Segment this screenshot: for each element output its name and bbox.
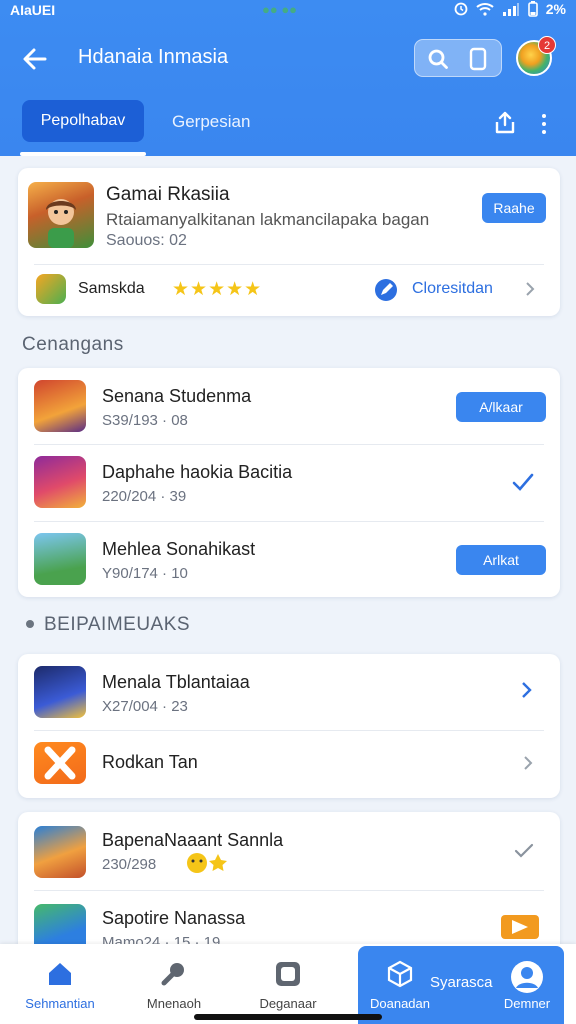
nav-item-demner[interactable]: Demner: [492, 944, 562, 1024]
tab-pepolhabav[interactable]: Pepolhabav: [22, 100, 144, 142]
user-icon: [511, 961, 543, 993]
item-meta: 230/298: [102, 856, 157, 873]
small-game-icon: [36, 274, 66, 304]
signal-icon: [502, 3, 519, 16]
featured-footer[interactable]: Samskda ★★★★★ Cloresitdan: [18, 264, 560, 316]
game-icon: [34, 666, 86, 718]
search-icon[interactable]: [427, 48, 449, 70]
game-icon: [34, 742, 86, 784]
check-icon[interactable]: [512, 472, 534, 492]
tab-gerpesian[interactable]: Gerpesian: [172, 112, 250, 132]
chevron-right-icon: [524, 756, 533, 770]
list-item[interactable]: Mehlea Sonahikast Y90/174 · 10 Arlkat: [18, 521, 560, 597]
profile-avatar[interactable]: 2: [516, 36, 556, 76]
close-shape-icon: [44, 746, 76, 780]
game-icon: [34, 533, 86, 585]
device-icon[interactable]: [469, 47, 487, 71]
section-bullet: [26, 620, 34, 628]
featured-title: Gamai Rkasiia: [106, 184, 230, 205]
status-center: ●● ●●: [262, 2, 298, 17]
item-title: BapenaNaaant Sannla: [102, 830, 284, 850]
nav-label-syarasca[interactable]: Syarasca: [430, 974, 493, 991]
item-meta: S39/193 · 08: [102, 412, 188, 429]
tab-active-indicator: [20, 152, 146, 156]
section2-list: Menala Tblantaiaa X27/004 · 23 Rodkan Ta…: [18, 654, 560, 798]
featured-action-button[interactable]: Raahe: [482, 193, 546, 223]
bottom-navigation: Sehmantian Mnenaoh Deganaar Doanadan Sya…: [0, 944, 576, 1024]
page-title: Hdanaia Inmasia: [78, 46, 229, 68]
status-icons: 2%: [454, 1, 566, 17]
emoji-icon: [187, 853, 227, 873]
wifi-icon: [476, 3, 494, 16]
home-indicator: [194, 1014, 382, 1020]
featured-description: Rtaiamanyalkitanan lakmancilapaka bagan: [106, 210, 430, 229]
game-icon: [34, 456, 86, 508]
back-button[interactable]: [18, 42, 52, 76]
nav-label: Deganaar: [259, 996, 317, 1011]
chevron-right-icon: [526, 282, 535, 296]
nav-label: Mnenaoh: [146, 996, 202, 1011]
game-icon: [34, 380, 86, 432]
check-icon[interactable]: [514, 842, 534, 860]
status-carrier: AIаUEI: [10, 2, 56, 18]
item-action-button[interactable]: Arlkat: [456, 545, 546, 575]
item-title: Mehlea Sonahikast: [102, 539, 256, 559]
alarm-icon: [454, 2, 468, 16]
list-item[interactable]: Menala Tblantaiaa X27/004 · 23: [18, 654, 560, 730]
nav-label: Sehmantian: [25, 996, 95, 1011]
search-actions[interactable]: [414, 39, 502, 77]
item-title: Rodkan Tan: [102, 752, 198, 772]
item-title: Daphahe haokia Bacitia: [102, 462, 293, 482]
item-title: Senana Studenma: [102, 386, 252, 406]
footer-link[interactable]: Cloresitdan: [412, 280, 493, 298]
app-bar: Hdanaia Inmasia 2: [0, 30, 576, 88]
nav-label: Doanadan: [370, 996, 430, 1011]
cube-icon: [387, 960, 413, 988]
status-bar: AIаUEI ●● ●● 2%: [0, 0, 576, 22]
nav-item-deganaar[interactable]: Deganaar: [240, 944, 336, 1024]
item-meta: 220/204 · 39: [102, 488, 187, 505]
battery-percent: 2%: [545, 1, 566, 17]
battery-icon: [527, 1, 538, 17]
more-options-button[interactable]: [536, 112, 552, 136]
header: AIаUEI ●● ●● 2% Hdanaia Inmasia 2 Pepolh…: [0, 0, 576, 156]
rating-stars: ★★★★★: [172, 279, 263, 300]
tool-icon: [161, 963, 184, 986]
item-action-button[interactable]: A/lkaar: [456, 392, 546, 422]
section1-list: Senana Studenma S39/193 · 08 A/lkaar Dap…: [18, 368, 560, 597]
share-icon: [495, 111, 515, 134]
tab-bar: Pepolhabav Gerpesian: [0, 98, 576, 156]
pencil-circle-icon: [375, 279, 397, 301]
play-badge-icon[interactable]: [500, 914, 540, 940]
item-title: Sapotire Nanassa: [102, 908, 246, 928]
home-icon: [49, 963, 71, 985]
game-character-icon: [46, 199, 76, 248]
list-item[interactable]: Senana Studenma S39/193 · 08 A/lkaar: [18, 368, 560, 444]
section-label-beipaimeuaks: BEIPAIMEUAKS: [44, 614, 191, 635]
list-item[interactable]: BapenaNaaant Sannla 230/298: [18, 812, 560, 890]
nav-item-sehmantian[interactable]: Sehmantian: [12, 944, 108, 1024]
section-label-cenangans: Cenangans: [22, 334, 124, 355]
chevron-right-icon: [522, 682, 532, 698]
notification-badge: 2: [538, 36, 556, 54]
featured-meta: Saouos: 02: [106, 232, 187, 249]
list-item[interactable]: Rodkan Tan: [18, 730, 560, 798]
game-icon: [34, 826, 86, 878]
footer-name: Samskda: [78, 280, 145, 297]
item-meta: Y90/174 · 10: [102, 565, 188, 582]
list-item[interactable]: Daphahe haokia Bacitia 220/204 · 39: [18, 444, 560, 521]
item-title: Menala Tblantaiaa: [102, 672, 250, 692]
featured-game-icon[interactable]: [28, 182, 94, 248]
arrow-left-icon: [23, 48, 47, 70]
featured-card: Gamai Rkasiia Rtaiamanyalkitanan lakmanc…: [18, 168, 560, 316]
nav-item-mnenaoh[interactable]: Mnenaoh: [126, 944, 222, 1024]
nav-label: Demner: [503, 996, 551, 1011]
square-icon: [276, 962, 300, 986]
item-meta: X27/004 · 23: [102, 698, 188, 715]
share-button[interactable]: [492, 110, 518, 141]
